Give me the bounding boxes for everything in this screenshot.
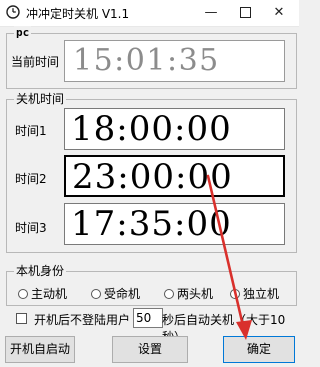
radio-circle-icon	[164, 289, 174, 299]
minimize-icon[interactable]: —	[194, 0, 228, 26]
seconds-input[interactable]: 50	[133, 308, 163, 328]
time2-input[interactable]: 23:00:00	[64, 155, 285, 197]
app-clock-icon	[6, 5, 20, 19]
window-title: 冲冲定时关机 V1.1	[26, 7, 130, 21]
radio-standalone-machine[interactable]: 独立机	[230, 287, 279, 301]
settings-button[interactable]: 设置	[112, 336, 188, 363]
current-time-display: 15:01:35	[64, 40, 285, 82]
auto-shutdown-label: 开机后不登陆用户	[34, 313, 131, 327]
auto-shutdown-checkbox[interactable]	[16, 313, 27, 324]
maximize-icon[interactable]	[228, 0, 262, 26]
time3-input[interactable]: 17:35:00	[64, 203, 285, 245]
time1-input[interactable]: 18:00:00	[64, 108, 285, 150]
pc-group-legend: pc	[14, 26, 32, 40]
title-bar: 冲冲定时关机 V1.1 — ✕	[0, 0, 299, 27]
radio-circle-icon	[230, 289, 240, 299]
time1-label: 时间1	[15, 124, 47, 138]
autostart-button[interactable]: 开机自启动	[5, 336, 75, 363]
time2-label: 时间2	[15, 172, 47, 186]
confirm-button[interactable]: 确定	[223, 336, 295, 363]
time3-label: 时间3	[15, 221, 47, 235]
radio-active-machine[interactable]: 主动机	[18, 287, 67, 301]
radio-circle-icon	[18, 289, 28, 299]
close-icon[interactable]: ✕	[262, 0, 296, 26]
radio-dual-machine[interactable]: 两头机	[164, 287, 213, 301]
radio-circle-icon	[91, 289, 101, 299]
radio-commanded-machine[interactable]: 受命机	[91, 287, 140, 301]
shutdown-time-legend: 关机时间	[14, 92, 67, 106]
identity-legend: 本机身份	[14, 264, 67, 278]
current-time-label: 当前时间	[11, 55, 60, 69]
